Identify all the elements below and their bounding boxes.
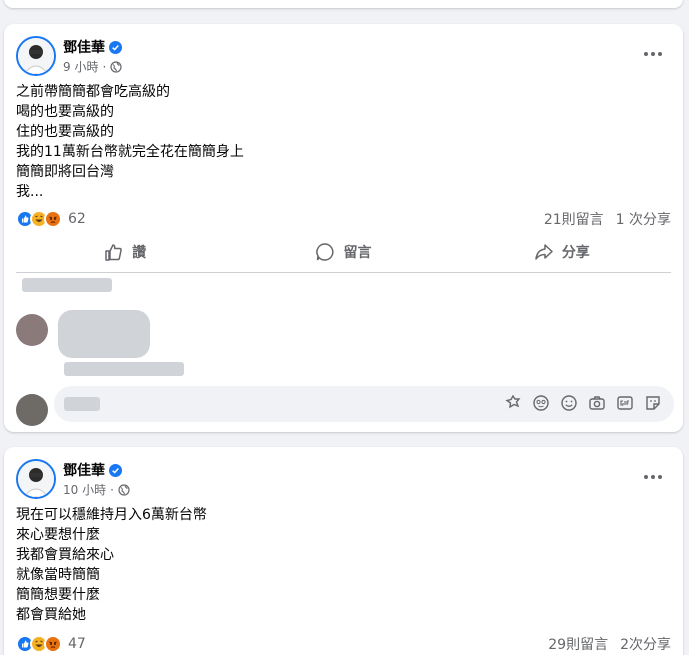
share-count[interactable]: 2次分享 bbox=[620, 634, 671, 654]
meta-separator: · bbox=[110, 482, 114, 497]
commenter-avatar-redacted[interactable] bbox=[16, 314, 48, 346]
more-options-icon[interactable] bbox=[639, 465, 667, 489]
post-body: 現在可以穩維持月入6萬新台幣 來心要想什麼 我都會買給來心 就像當時簡簡 簡簡想… bbox=[16, 505, 656, 625]
comment-sort-redacted[interactable] bbox=[22, 278, 112, 292]
post-line: 來心要想什麼 bbox=[16, 527, 100, 543]
post-meta: 10 小時 · bbox=[63, 481, 130, 498]
post-line: 就像當時簡簡 bbox=[16, 567, 100, 583]
post-line: 都會買給她 bbox=[16, 607, 86, 623]
reaction-count: 47 bbox=[68, 636, 86, 652]
comment-bubble-redacted bbox=[58, 310, 150, 358]
avatar[interactable] bbox=[16, 36, 56, 76]
post-card: 鄧佳華 9 小時 · 之前帶簡簡都會吃高級的 喝的也要高級的 住的也要高級的 我… bbox=[4, 24, 683, 432]
post-actions: 讚 留言 分享 bbox=[16, 235, 671, 269]
globe-icon bbox=[118, 483, 130, 496]
post-time[interactable]: 10 小時 bbox=[63, 481, 106, 498]
gif-icon[interactable] bbox=[616, 394, 634, 412]
reaction-count: 62 bbox=[68, 211, 86, 227]
post-stats: 47 29則留言 2次分享 bbox=[16, 632, 671, 655]
post-card: 鄧佳華 10 小時 · 現在可以穩維持月入6萬新台幣 來心要想什麼 我都會買給來… bbox=[4, 447, 683, 655]
divider bbox=[16, 272, 671, 273]
like-button[interactable]: 讚 bbox=[16, 235, 234, 269]
angry-reaction-icon bbox=[44, 635, 62, 653]
thumbs-up-icon bbox=[105, 244, 123, 261]
previous-post-card bbox=[4, 0, 683, 8]
comment-label: 留言 bbox=[343, 245, 372, 261]
post-header: 鄧佳華 10 小時 · bbox=[16, 459, 671, 503]
author-row: 鄧佳華 bbox=[63, 37, 122, 57]
author-row: 鄧佳華 bbox=[63, 460, 122, 480]
see-more-text[interactable]: 我... bbox=[16, 182, 656, 202]
meta-separator: · bbox=[102, 59, 107, 74]
verified-badge-icon bbox=[109, 40, 122, 54]
post-line: 住的也要高級的 bbox=[16, 124, 114, 140]
current-user-avatar[interactable] bbox=[16, 394, 48, 426]
sticker-icon[interactable] bbox=[644, 394, 662, 412]
comment-input[interactable] bbox=[54, 386, 674, 422]
comment-bubble-icon bbox=[316, 243, 334, 261]
reactions-summary[interactable]: 47 bbox=[16, 635, 86, 653]
like-label: 讚 bbox=[132, 245, 147, 261]
comment-button[interactable]: 留言 bbox=[234, 235, 452, 269]
avatar-sticker-icon[interactable] bbox=[504, 394, 522, 412]
comment-placeholder-redacted bbox=[64, 397, 100, 411]
share-button[interactable]: 分享 bbox=[453, 235, 671, 269]
globe-icon bbox=[110, 60, 122, 73]
post-line: 我的11萬新台幣就完全花在簡簡身上 bbox=[16, 144, 244, 160]
camera-icon[interactable] bbox=[588, 394, 606, 412]
engagement-counts: 29則留言 2次分享 bbox=[548, 634, 671, 654]
engagement-counts: 21則留言 1 次分享 bbox=[544, 209, 671, 229]
post-line: 簡簡即將回台灣 bbox=[16, 164, 114, 180]
avatar[interactable] bbox=[16, 459, 56, 499]
author-name[interactable]: 鄧佳華 bbox=[63, 37, 105, 57]
post-line: 現在可以穩維持月入6萬新台幣 bbox=[16, 507, 207, 523]
post-line: 簡簡想要什麼 bbox=[16, 587, 100, 603]
post-header: 鄧佳華 9 小時 · bbox=[16, 36, 671, 80]
comment-actions-redacted[interactable] bbox=[64, 362, 184, 376]
author-name[interactable]: 鄧佳華 bbox=[63, 460, 105, 480]
share-arrow-icon bbox=[535, 244, 553, 260]
post-meta: 9 小時 · bbox=[63, 58, 122, 75]
post-stats: 62 21則留言 1 次分享 bbox=[16, 207, 671, 231]
comment-count[interactable]: 21則留言 bbox=[544, 209, 604, 229]
reactions-summary[interactable]: 62 bbox=[16, 210, 86, 228]
post-time[interactable]: 9 小時 bbox=[63, 58, 98, 75]
comment-count[interactable]: 29則留言 bbox=[548, 634, 608, 654]
share-count[interactable]: 1 次分享 bbox=[616, 209, 671, 229]
more-options-icon[interactable] bbox=[639, 42, 667, 66]
emoji-face-icon[interactable] bbox=[532, 394, 550, 412]
verified-badge-icon bbox=[109, 463, 122, 477]
post-line: 喝的也要高級的 bbox=[16, 104, 114, 120]
share-label: 分享 bbox=[561, 245, 590, 261]
post-line: 之前帶簡簡都會吃高級的 bbox=[16, 84, 170, 100]
post-line: 我都會買給來心 bbox=[16, 547, 114, 563]
angry-reaction-icon bbox=[44, 210, 62, 228]
post-body: 之前帶簡簡都會吃高級的 喝的也要高級的 住的也要高級的 我的11萬新台幣就完全花… bbox=[16, 82, 656, 202]
smiley-icon[interactable] bbox=[560, 394, 578, 412]
composer-icons bbox=[504, 394, 662, 412]
